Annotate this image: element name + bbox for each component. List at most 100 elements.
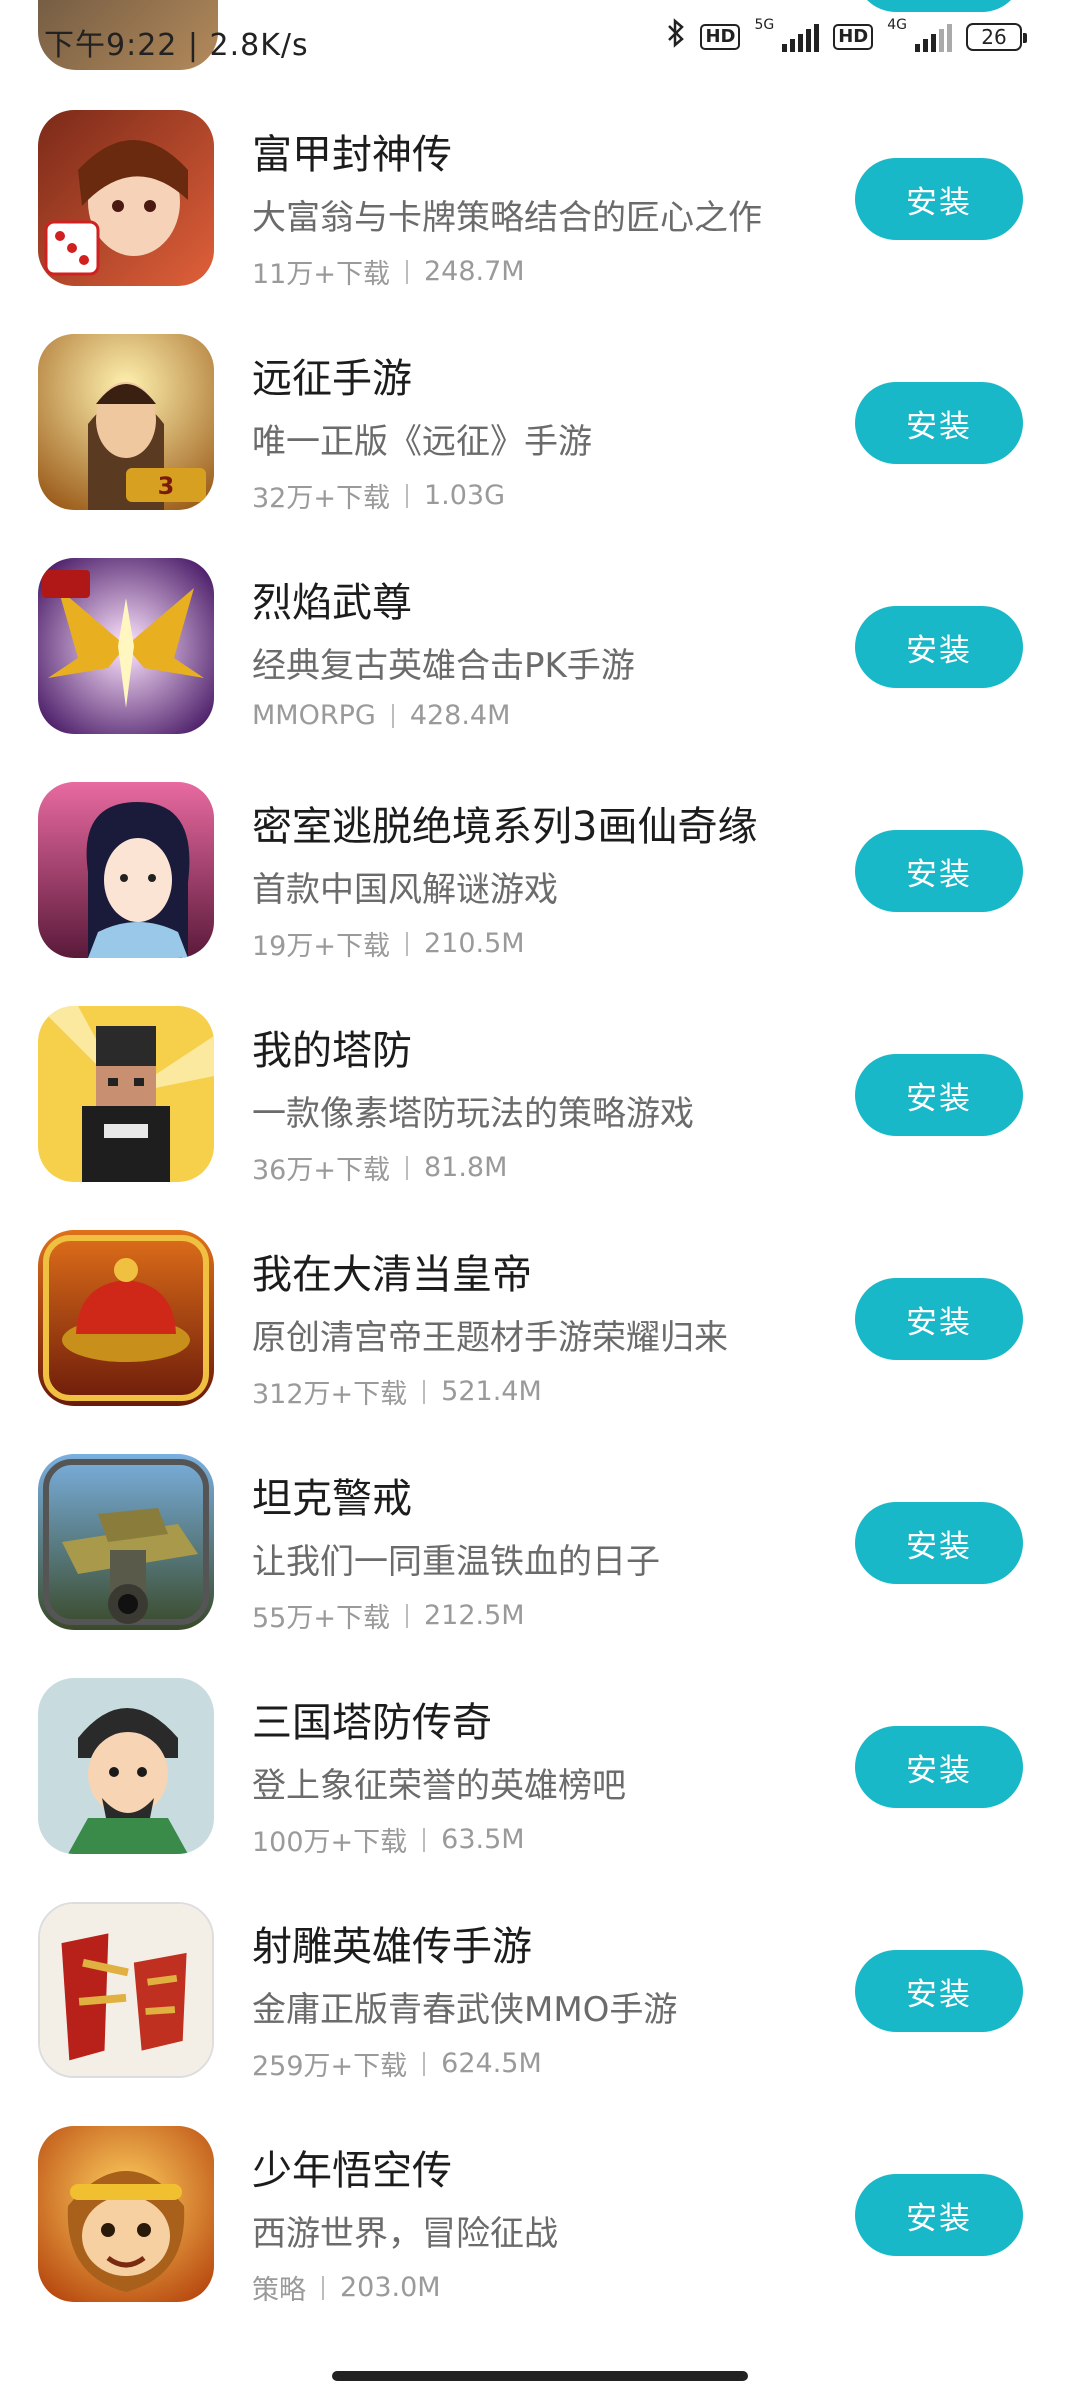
- list-item[interactable]: 射雕英雄传手游 金庸正版青春武侠MMO手游 259万+下载 624.5M 安装: [0, 1872, 1080, 2096]
- meta-separator: [405, 259, 408, 284]
- meta-separator: [391, 703, 394, 728]
- list-item[interactable]: 我在大清当皇帝 原创清宫帝王题材手游荣耀归来 312万+下载 521.4M 安装: [0, 1200, 1080, 1424]
- app-meta: 32万+下载 1.03G: [252, 476, 505, 515]
- list-item[interactable]: 三国塔防传奇 登上象征荣誉的英雄榜吧 100万+下载 63.5M 安装: [0, 1648, 1080, 1872]
- network-4g-label: 4G: [887, 17, 907, 33]
- install-button[interactable]: 安装: [855, 1278, 1023, 1360]
- meta-separator: [423, 1379, 426, 1404]
- install-button[interactable]: 安装: [855, 382, 1023, 464]
- list-item[interactable]: 3 远征手游 唯一正版《远征》手游 32万+下载 1.03G 安装: [0, 304, 1080, 528]
- meta-separator: [322, 2275, 324, 2300]
- app-meta: 策略 203.0M: [252, 2268, 441, 2307]
- hd-badge: HD: [700, 24, 741, 50]
- install-button[interactable]: 安装: [855, 606, 1023, 688]
- install-button[interactable]: 安装: [855, 158, 1023, 240]
- app-size: 63.5M: [441, 1824, 525, 1855]
- app-description: 金庸正版青春武侠MMO手游: [252, 1990, 678, 2030]
- hd-badge-2: HD: [833, 24, 874, 50]
- app-description: 让我们一同重温铁血的日子: [252, 1542, 660, 1582]
- app-meta: 259万+下载 624.5M: [252, 2044, 542, 2083]
- list-item[interactable]: 坦克警戒 让我们一同重温铁血的日子 55万+下载 212.5M 安装: [0, 1424, 1080, 1648]
- app-meta: 36万+下载 81.8M: [252, 1148, 507, 1187]
- app-meta: MMORPG 428.4M: [252, 700, 510, 731]
- app-description: 一款像素塔防玩法的策略游戏: [252, 1094, 694, 1134]
- app-size: 210.5M: [423, 928, 525, 959]
- install-button[interactable]: 安装: [855, 1502, 1023, 1584]
- meta-separator: [405, 483, 408, 508]
- golden-wings-icon: [38, 558, 214, 734]
- install-button[interactable]: 安装: [855, 1054, 1023, 1136]
- install-button[interactable]: 安装: [855, 2174, 1023, 2256]
- app-title: 三国塔防传奇: [252, 1700, 492, 1746]
- list-item[interactable]: 少年悟空传 西游世界，冒险征战 策略 203.0M 安装: [0, 2096, 1080, 2320]
- app-title: 富甲封神传: [252, 132, 452, 178]
- battery-icon: 26: [966, 23, 1027, 51]
- app-downloads: 259万+下载: [252, 2051, 408, 2082]
- list-item[interactable]: 烈焰武尊 经典复古英雄合击PK手游 MMORPG 428.4M 安装: [0, 528, 1080, 752]
- painted-fairy-girl-icon: [38, 782, 214, 958]
- app-downloads: 36万+下载: [252, 1155, 390, 1186]
- app-description: 大富翁与卡牌策略结合的匠心之作: [252, 198, 762, 238]
- app-size: 624.5M: [441, 2048, 542, 2079]
- app-title: 我的塔防: [252, 1028, 412, 1074]
- network-5g-label: 5G: [754, 17, 775, 33]
- app-size: 203.0M: [340, 2272, 441, 2303]
- svg-text:3: 3: [158, 472, 175, 500]
- home-indicator[interactable]: [332, 2371, 748, 2381]
- meta-separator: [405, 1603, 408, 1628]
- pixel-police-icon: [38, 1006, 214, 1182]
- app-title: 坦克警戒: [252, 1476, 412, 1522]
- three-kingdoms-hero-icon: [38, 1678, 214, 1854]
- install-button[interactable]: 安装: [855, 1950, 1023, 2032]
- app-size: 521.4M: [441, 1376, 542, 1407]
- app-size: 212.5M: [423, 1600, 525, 1631]
- app-title: 烈焰武尊: [252, 580, 412, 626]
- meta-separator: [423, 1827, 426, 1852]
- app-description: 唯一正版《远征》手游: [252, 422, 592, 462]
- fortune-girl-dice-icon: [38, 110, 214, 286]
- app-downloads: 策略: [252, 2275, 306, 2306]
- app-title: 密室逃脱绝境系列3画仙奇缘: [252, 804, 758, 850]
- bluetooth-icon: [666, 18, 686, 56]
- app-meta: 55万+下载 212.5M: [252, 1596, 525, 1635]
- list-item[interactable]: 密室逃脱绝境系列3画仙奇缘 首款中国风解谜游戏 19万+下载 210.5M 安装: [0, 752, 1080, 976]
- tank-icon: [38, 1454, 214, 1630]
- signal-icon-2: [915, 22, 952, 52]
- app-meta: 100万+下载 63.5M: [252, 1820, 525, 1859]
- app-meta: 19万+下载 210.5M: [252, 924, 525, 963]
- monkey-king-icon: [38, 2126, 214, 2302]
- app-size: 1.03G: [423, 480, 506, 511]
- app-meta: 312万+下载 521.4M: [252, 1372, 542, 1411]
- app-downloads: 32万+下载: [252, 483, 390, 514]
- list-item[interactable]: 我的塔防 一款像素塔防玩法的策略游戏 36万+下载 81.8M 安装: [0, 976, 1080, 1200]
- status-time-speed: 下午9:22 | 2.8K/s: [44, 28, 309, 63]
- app-downloads: 11万+下载: [252, 259, 390, 290]
- app-size: 428.4M: [409, 700, 511, 731]
- install-button[interactable]: 安装: [855, 830, 1023, 912]
- meta-separator: [423, 2051, 426, 2076]
- app-description: 经典复古英雄合击PK手游: [252, 646, 635, 686]
- app-downloads: 312万+下载: [252, 1379, 408, 1410]
- status-icons: HD 5G HD 4G 26: [666, 17, 1027, 56]
- app-title: 少年悟空传: [252, 2148, 452, 2194]
- app-description: 登上象征荣誉的英雄榜吧: [252, 1766, 626, 1806]
- app-downloads: MMORPG: [252, 700, 376, 731]
- app-size: 81.8M: [423, 1152, 508, 1183]
- meta-separator: [405, 931, 408, 956]
- warrior-3rd-anniversary-icon: 3: [38, 334, 214, 510]
- status-bar: 下午9:22 | 2.8K/s HD 5G HD 4G 26: [0, 0, 1080, 80]
- signal-icon: [782, 22, 820, 52]
- app-downloads: 100万+下载: [252, 1827, 408, 1858]
- app-size: 248.7M: [423, 256, 525, 287]
- app-description: 西游世界，冒险征战: [252, 2214, 558, 2254]
- app-title: 射雕英雄传手游: [252, 1924, 532, 1970]
- install-button[interactable]: 安装: [855, 1726, 1023, 1808]
- calligraphy-shediao-icon: [38, 1902, 214, 2078]
- app-downloads: 19万+下载: [252, 931, 390, 962]
- qing-emperor-hat-icon: [38, 1230, 214, 1406]
- meta-separator: [405, 1155, 408, 1180]
- list-item[interactable]: 富甲封神传 大富翁与卡牌策略结合的匠心之作 11万+下载 248.7M 安装: [0, 80, 1080, 304]
- app-title: 远征手游: [252, 356, 412, 402]
- app-downloads: 55万+下载: [252, 1603, 390, 1634]
- app-description: 原创清宫帝王题材手游荣耀归来: [252, 1318, 728, 1358]
